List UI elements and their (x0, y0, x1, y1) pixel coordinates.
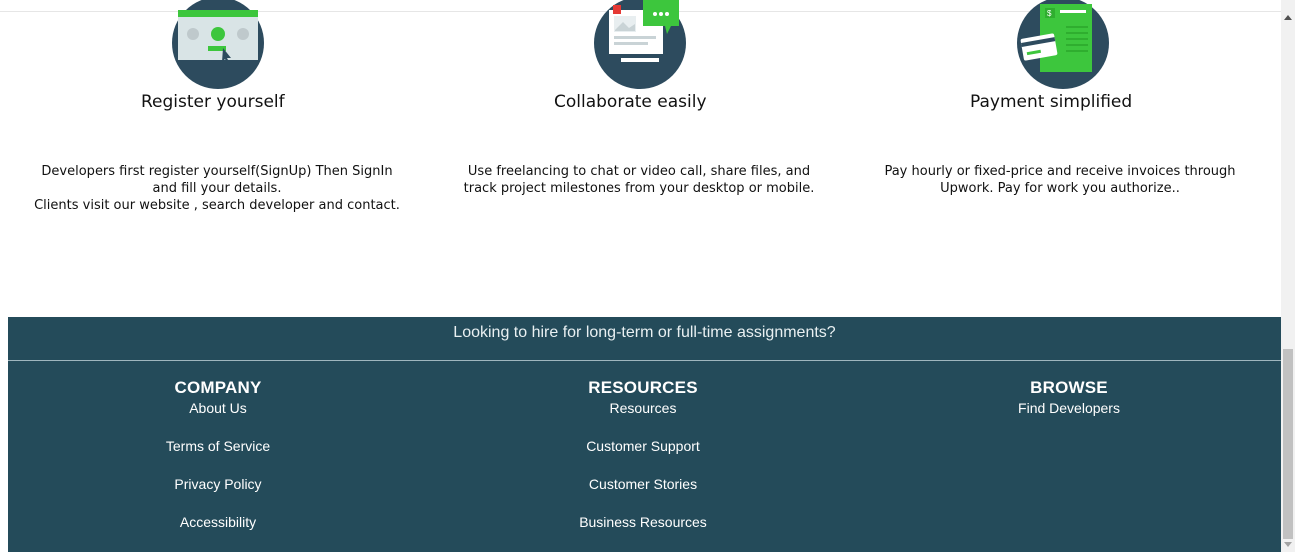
footer: Looking to hire for long-term or full-ti… (8, 317, 1281, 552)
footer-column-company: COMPANY About Us Terms of Service Privac… (68, 378, 368, 531)
footer-link-privacy-policy[interactable]: Privacy Policy (68, 475, 368, 493)
invoice-icon: $ (1016, 0, 1110, 94)
footer-link-resources[interactable]: Resources (493, 399, 793, 417)
footer-link-terms-of-service[interactable]: Terms of Service (68, 437, 368, 455)
footer-link-find-developers[interactable]: Find Developers (919, 399, 1219, 417)
footer-heading: RESOURCES (588, 378, 698, 397)
vertical-scrollbar[interactable] (1281, 0, 1295, 552)
footer-link-customer-support[interactable]: Customer Support (493, 437, 793, 455)
feature-description: Pay hourly or fixed-price and receive in… (884, 164, 1236, 196)
collaborate-icon (593, 0, 687, 94)
feature-description: Developers first register yourself(SignU… (34, 164, 400, 213)
feature-description: Use freelancing to chat or video call, s… (463, 164, 815, 196)
footer-link-business-resources[interactable]: Business Resources (493, 513, 793, 531)
footer-link-about-us[interactable]: About Us (68, 399, 368, 417)
footer-column-browse: BROWSE Find Developers (919, 378, 1219, 417)
footer-heading: BROWSE (1030, 378, 1108, 397)
scroll-down-arrow-icon[interactable] (1284, 542, 1292, 547)
footer-column-resources: RESOURCES Resources Customer Support Cus… (493, 378, 793, 531)
scrollbar-thumb[interactable] (1283, 349, 1293, 539)
footer-link-customer-stories[interactable]: Customer Stories (493, 475, 793, 493)
feature-title: Payment simplified (970, 92, 1133, 112)
scroll-up-arrow-icon[interactable] (1284, 15, 1292, 20)
footer-divider (8, 360, 1281, 361)
feature-title: Register yourself (141, 92, 285, 112)
feature-title: Collaborate easily (554, 92, 707, 112)
hire-banner[interactable]: Looking to hire for long-term or full-ti… (8, 317, 1281, 360)
svg-text:$: $ (1047, 9, 1052, 18)
footer-link-accessibility[interactable]: Accessibility (68, 513, 368, 531)
register-icon (171, 0, 265, 94)
footer-heading: COMPANY (174, 378, 262, 397)
